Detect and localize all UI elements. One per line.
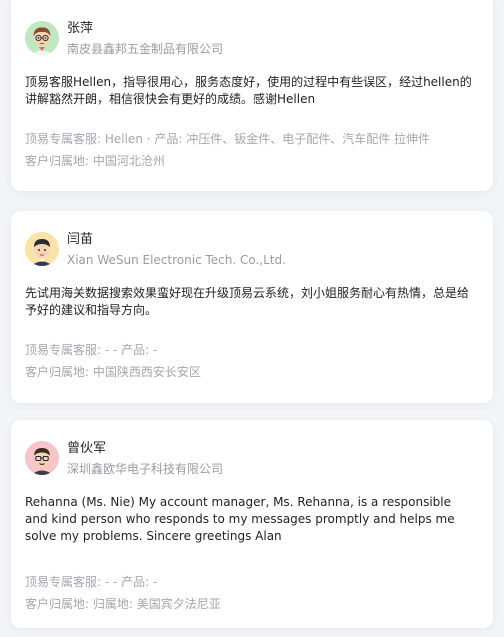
avatar-man-brown-hair-glasses-icon bbox=[25, 21, 59, 55]
review-card: 闫苗 Xian WeSun Electronic Tech. Co.,Ltd. … bbox=[11, 211, 493, 403]
reviewer-name: 闫苗 bbox=[67, 232, 94, 247]
location-line: 客户归属地: 中国陕西西安长安区 bbox=[25, 365, 201, 379]
reviewer-company: 南皮县鑫邦五金制品有限公司 bbox=[67, 42, 224, 56]
review-meta: 顶易专属客服: - - 产品: - 客户归属地: 中国陕西西安长安区 bbox=[25, 339, 479, 383]
review-header: 闫苗 Xian WeSun Electronic Tech. Co.,Ltd. bbox=[25, 231, 479, 275]
review-card: 曾伙军 深圳鑫欧华电子科技有限公司 Rehanna (Ms. Nie) My a… bbox=[11, 420, 493, 628]
service-line: 顶易专属客服: - - 产品: - bbox=[25, 575, 158, 589]
location-line: 客户归属地: 归属地: 美国宾夕法尼亚 bbox=[25, 597, 221, 611]
service-line: 顶易专属客服: - - 产品: - bbox=[25, 343, 158, 357]
reviewer-company: Xian WeSun Electronic Tech. Co.,Ltd. bbox=[67, 253, 286, 267]
review-text: Rehanna (Ms. Nie) My account manager, Ms… bbox=[25, 495, 455, 543]
avatar-man-glasses-icon bbox=[25, 441, 59, 475]
review-meta: 顶易专属客服: - - 产品: - 客户归属地: 归属地: 美国宾夕法尼亚 bbox=[25, 571, 479, 615]
review-card: 张萍 南皮县鑫邦五金制品有限公司 顶易客服Hellen，指导很用心，服务态度好，… bbox=[11, 0, 493, 191]
location-line: 客户归属地: 中国河北沧州 bbox=[25, 154, 165, 168]
avatar-man-dark-hair-icon bbox=[25, 232, 59, 266]
review-text: 顶易客服Hellen，指导很用心，服务态度好，使用的过程中有些误区，经过hell… bbox=[25, 75, 472, 106]
review-text: 先试用海关数据搜索效果蛮好现在升级顶易云系统，刘小姐服务耐心有热情，总是给予好的… bbox=[25, 286, 470, 317]
review-list: 张萍 南皮县鑫邦五金制品有限公司 顶易客服Hellen，指导很用心，服务态度好，… bbox=[0, 0, 504, 637]
review-header: 张萍 南皮县鑫邦五金制品有限公司 bbox=[25, 20, 479, 64]
reviewer-name: 曾伙军 bbox=[67, 441, 107, 456]
review-meta: 顶易专属客服: Hellen · 产品: 冲压件、钣金件、电子配件、汽车配件 拉… bbox=[25, 128, 479, 172]
review-header: 曾伙军 深圳鑫欧华电子科技有限公司 bbox=[25, 440, 479, 484]
service-line: 顶易专属客服: Hellen · 产品: 冲压件、钣金件、电子配件、汽车配件 拉… bbox=[25, 132, 431, 146]
reviewer-company: 深圳鑫欧华电子科技有限公司 bbox=[67, 462, 224, 476]
reviewer-name: 张萍 bbox=[67, 21, 94, 36]
